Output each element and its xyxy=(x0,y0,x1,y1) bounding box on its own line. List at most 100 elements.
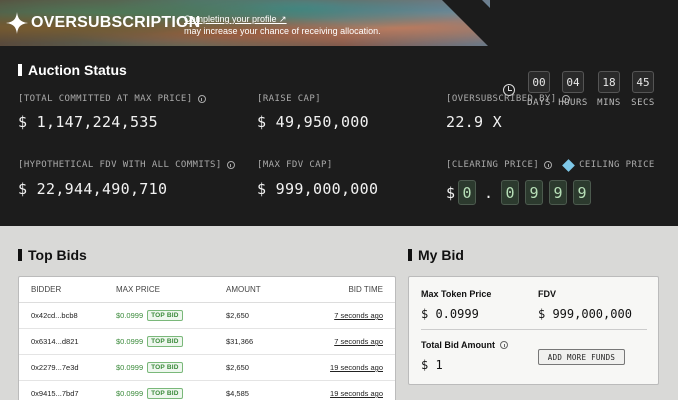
sparkle-logo-icon xyxy=(6,12,28,34)
price-digit: 0 xyxy=(501,180,520,205)
raise-cap-label-text: [RAISE CAP] xyxy=(257,94,322,104)
bid-time-link[interactable]: 19 seconds ago xyxy=(330,363,383,372)
raise-cap-label: [RAISE CAP] xyxy=(257,94,321,104)
table-row: 0x2279...7e3d $0.0999 TOP BID $2,650 19 … xyxy=(19,355,395,381)
countdown-secs-value: 45 xyxy=(632,71,654,93)
bid-time-link[interactable]: 7 seconds ago xyxy=(334,311,383,320)
total-bid-amount-label: Total Bid Amount xyxy=(421,340,508,350)
top-bids-title-text: Top Bids xyxy=(28,247,87,263)
bidder-address: 0x6314...d821 xyxy=(31,337,79,346)
hypothetical-fdv-value: $ 22,944,490,710 xyxy=(18,180,168,198)
table-header: BIDDER MAX PRICE AMOUNT BID TIME xyxy=(19,277,395,303)
table-row: 0x6314...d821 $0.0999 TOP BID $31,366 7 … xyxy=(19,329,395,355)
countdown-secs-label: SECS xyxy=(631,98,655,108)
fdv-label: FDV xyxy=(538,289,556,299)
title-marker xyxy=(18,249,22,261)
price-digit: 9 xyxy=(573,180,592,205)
fdv-value: $ 999,000,000 xyxy=(538,307,632,321)
price-digit: 9 xyxy=(525,180,544,205)
hypothetical-fdv-label: [HYPOTHETICAL FDV WITH ALL COMMITS] xyxy=(18,160,235,170)
column-header-bid-time[interactable]: BID TIME xyxy=(301,285,383,294)
diamond-icon xyxy=(562,158,575,172)
info-icon[interactable] xyxy=(544,161,553,169)
raise-cap-value: $ 49,950,000 xyxy=(257,113,369,131)
column-header-max-price[interactable]: MAX PRICE xyxy=(116,285,226,294)
countdown-mins-value: 18 xyxy=(598,71,620,93)
top-bid-badge: TOP BID xyxy=(147,388,183,399)
countdown-secs: 45 SECS xyxy=(628,71,658,108)
oversubscribed-label: [OVERSUBSCRIBED BY] xyxy=(446,94,570,104)
total-bid-amount-value: $ 1 xyxy=(421,358,443,372)
bid-price: $0.0999 xyxy=(116,311,144,320)
clearing-price-dollar: $ xyxy=(446,183,456,202)
header-banner: OVERSUBSCRIPTION Completing your profile… xyxy=(0,0,678,46)
oversubscribed-value: 22.9 X xyxy=(446,113,502,131)
countdown-mins: 18 MINS xyxy=(594,71,624,108)
my-bid-card: Max Token Price $ 0.0999 FDV $ 999,000,0… xyxy=(408,276,659,385)
top-bid-badge: TOP BID xyxy=(147,362,183,373)
clearing-price-label: [CLEARING PRICE] CEILING PRICE xyxy=(446,158,655,172)
bid-amount: $2,650 xyxy=(226,363,249,372)
max-token-price-value: $ 0.0999 xyxy=(421,307,479,321)
bid-amount: $31,366 xyxy=(226,337,254,346)
countdown-mins-label: MINS xyxy=(597,98,621,108)
auction-status-title-text: Auction Status xyxy=(28,62,127,78)
bid-time-link[interactable]: 19 seconds ago xyxy=(330,389,383,398)
complete-profile-link[interactable]: Completing your profile ↗ xyxy=(184,13,381,25)
countdown-days-value: 00 xyxy=(528,71,550,93)
table-row: 0x42cd...bcb8 $0.0999 TOP BID $2,650 7 s… xyxy=(19,303,395,329)
total-committed-value: $ 1,147,224,535 xyxy=(18,113,158,131)
price-digit: 0 xyxy=(458,180,477,205)
price-digit: 9 xyxy=(549,180,568,205)
max-price-cell: $0.0999 TOP BID xyxy=(116,310,226,321)
title-marker xyxy=(408,249,412,261)
top-bid-badge: TOP BID xyxy=(147,336,183,347)
hypothetical-fdv-label-text: [HYPOTHETICAL FDV WITH ALL COMMITS] xyxy=(18,160,222,170)
bid-time-link[interactable]: 7 seconds ago xyxy=(334,337,383,346)
total-committed-label: [TOTAL COMMITTED AT MAX PRICE] xyxy=(18,94,206,104)
max-fdv-cap-label-text: [MAX FDV CAP] xyxy=(257,160,333,170)
top-bids-table: BIDDER MAX PRICE AMOUNT BID TIME 0x42cd.… xyxy=(18,276,396,400)
top-bid-badge: TOP BID xyxy=(147,310,183,321)
bidder-address: 0x2279...7e3d xyxy=(31,363,79,372)
bid-price: $0.0999 xyxy=(116,363,144,372)
auction-status-panel: 00 DAYS 04 HOURS 18 MINS 45 SECS Auction… xyxy=(0,46,678,226)
bid-price: $0.0999 xyxy=(116,337,144,346)
column-header-bidder[interactable]: BIDDER xyxy=(31,285,116,294)
price-decimal-point: . xyxy=(484,183,494,202)
bid-price: $0.0999 xyxy=(116,389,144,398)
bid-amount: $2,650 xyxy=(226,311,249,320)
bidder-address: 0x42cd...bcb8 xyxy=(31,311,78,320)
ceiling-price-label: CEILING PRICE xyxy=(579,160,655,170)
my-bid-title: My Bid xyxy=(408,247,464,263)
bid-amount: $4,585 xyxy=(226,389,249,398)
title-marker xyxy=(18,64,22,76)
total-bid-amount-label-text: Total Bid Amount xyxy=(421,340,495,350)
countdown-hours-value: 04 xyxy=(562,71,584,93)
brand-title: OVERSUBSCRIPTION xyxy=(31,14,201,31)
oversubscribed-label-text: [OVERSUBSCRIBED BY] xyxy=(446,94,557,104)
max-fdv-cap-label: [MAX FDV CAP] xyxy=(257,160,333,170)
max-token-price-label: Max Token Price xyxy=(421,289,492,299)
table-row: 0x9415...7bd7 $0.0999 TOP BID $4,585 19 … xyxy=(19,381,395,400)
auction-status-title: Auction Status xyxy=(18,62,127,78)
max-fdv-cap-value: $ 999,000,000 xyxy=(257,180,379,198)
top-bids-title: Top Bids xyxy=(18,247,87,263)
bidder-address: 0x9415...7bd7 xyxy=(31,389,79,398)
max-price-cell: $0.0999 TOP BID xyxy=(116,362,226,373)
clearing-price-display: $ 0 . 0 9 9 9 xyxy=(446,180,597,205)
column-header-amount[interactable]: AMOUNT xyxy=(226,285,301,294)
profile-note-text: may increase your chance of receiving al… xyxy=(184,26,381,36)
max-price-cell: $0.0999 TOP BID xyxy=(116,388,226,399)
total-committed-label-text: [TOTAL COMMITTED AT MAX PRICE] xyxy=(18,94,193,104)
info-icon[interactable] xyxy=(197,95,206,103)
divider xyxy=(421,329,647,330)
info-icon[interactable] xyxy=(226,161,235,169)
my-bid-title-text: My Bid xyxy=(418,247,464,263)
clearing-price-label-text: [CLEARING PRICE] xyxy=(446,160,540,170)
max-price-cell: $0.0999 TOP BID xyxy=(116,336,226,347)
info-icon[interactable] xyxy=(500,341,508,349)
info-icon[interactable] xyxy=(561,95,570,103)
add-more-funds-button[interactable]: ADD MORE FUNDS xyxy=(538,349,625,365)
profile-note: Completing your profile ↗ may increase y… xyxy=(184,13,381,37)
